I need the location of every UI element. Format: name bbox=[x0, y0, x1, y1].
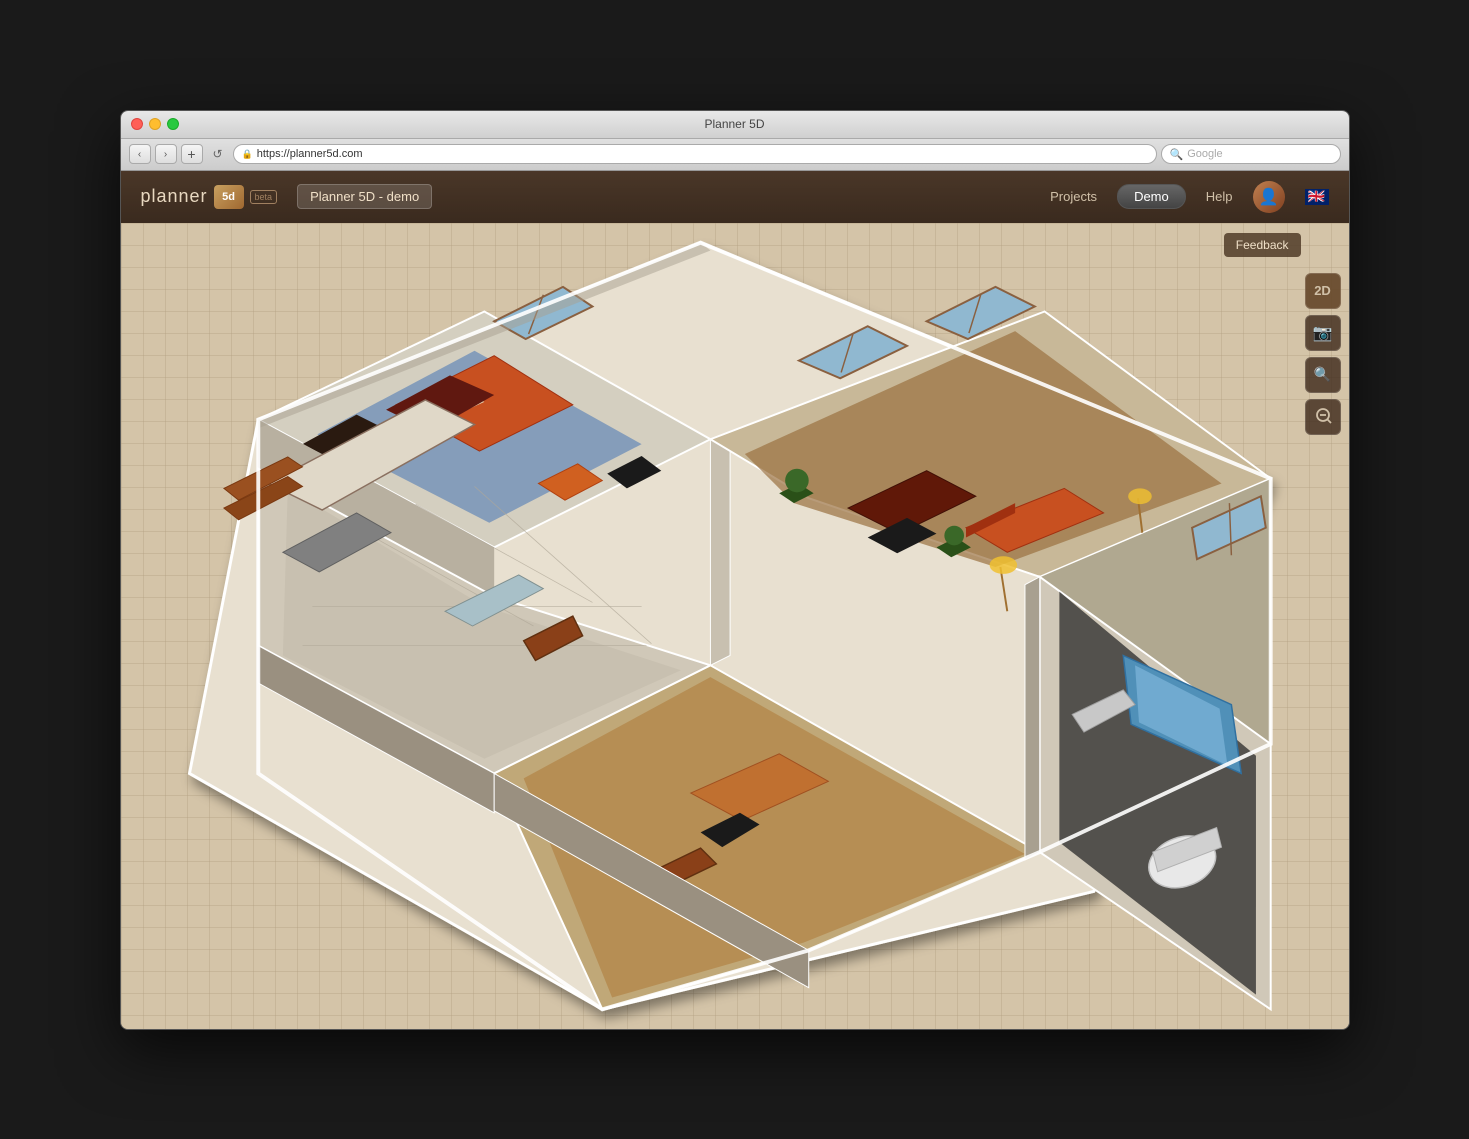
zoom-in-icon: 🔍 bbox=[1314, 366, 1331, 383]
beta-badge: beta bbox=[250, 190, 278, 204]
screenshot-button[interactable]: 📷 bbox=[1305, 315, 1341, 351]
project-name[interactable]: Planner 5D - demo bbox=[297, 184, 432, 209]
main-content: Feedback 2D 📷 🔍 bbox=[121, 223, 1349, 1029]
user-avatar[interactable]: 👤 bbox=[1253, 181, 1285, 213]
forward-button[interactable]: › bbox=[155, 144, 177, 164]
camera-icon: 📷 bbox=[1313, 323, 1333, 343]
projects-link[interactable]: Projects bbox=[1050, 189, 1097, 204]
search-placeholder: Google bbox=[1187, 148, 1222, 160]
2d-label: 2D bbox=[1314, 283, 1331, 298]
right-toolbar: 2D 📷 🔍 bbox=[1305, 273, 1341, 435]
app-window: Planner 5D ‹ › + ↺ 🔒 https://planner5d.c… bbox=[120, 110, 1350, 1030]
back-button[interactable]: ‹ bbox=[129, 144, 151, 164]
search-bar[interactable]: 🔍 Google bbox=[1161, 144, 1341, 164]
lock-icon: 🔒 bbox=[242, 149, 253, 160]
search-icon: 🔍 bbox=[1170, 148, 1184, 161]
zoom-in-button[interactable]: 🔍 bbox=[1305, 357, 1341, 393]
feedback-button[interactable]: Feedback bbox=[1224, 233, 1301, 257]
logo-box: 5d bbox=[214, 185, 244, 209]
language-flag[interactable]: 🇬🇧 bbox=[1305, 189, 1329, 205]
close-button[interactable] bbox=[131, 118, 143, 130]
floorplan-svg[interactable] bbox=[121, 223, 1349, 1029]
new-tab-button[interactable]: + bbox=[181, 144, 203, 164]
minimize-button[interactable] bbox=[149, 118, 161, 130]
titlebar: Planner 5D bbox=[121, 111, 1349, 139]
refresh-button[interactable]: ↺ bbox=[207, 144, 229, 164]
app-header: planner 5d beta Planner 5D - demo Projec… bbox=[121, 171, 1349, 223]
url-text: https://planner5d.com bbox=[257, 148, 363, 160]
zoom-out-icon bbox=[1314, 406, 1332, 427]
maximize-button[interactable] bbox=[167, 118, 179, 130]
zoom-out-button[interactable] bbox=[1305, 399, 1341, 435]
header-nav: Projects Demo Help 👤 🇬🇧 bbox=[1050, 181, 1328, 213]
view-2d-button[interactable]: 2D bbox=[1305, 273, 1341, 309]
window-title: Planner 5D bbox=[704, 117, 764, 131]
traffic-lights bbox=[131, 118, 179, 130]
logo-text: planner bbox=[141, 186, 208, 207]
logo-area: planner 5d beta bbox=[141, 185, 278, 209]
demo-button[interactable]: Demo bbox=[1117, 184, 1186, 209]
browser-navbar: ‹ › + ↺ 🔒 https://planner5d.com 🔍 Google bbox=[121, 139, 1349, 171]
url-bar[interactable]: 🔒 https://planner5d.com bbox=[233, 144, 1157, 164]
help-link[interactable]: Help bbox=[1206, 189, 1233, 204]
